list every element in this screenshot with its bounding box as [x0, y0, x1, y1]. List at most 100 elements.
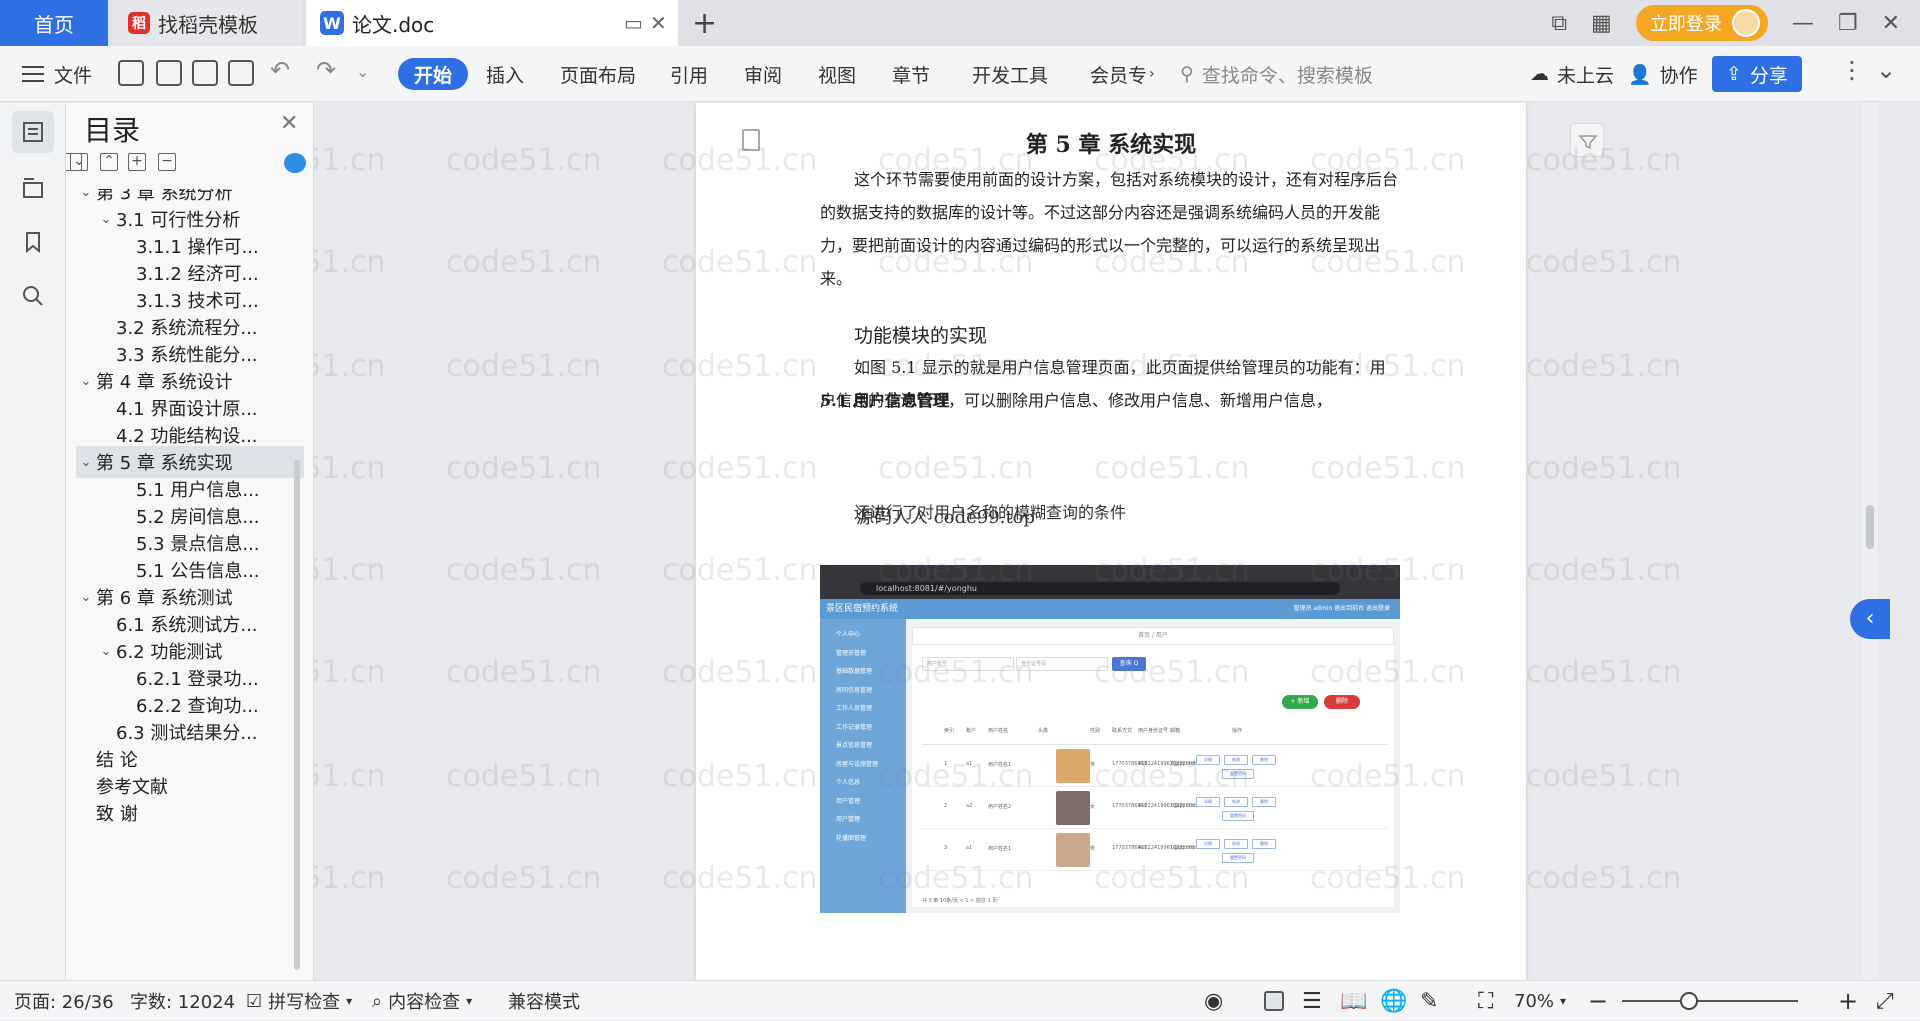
- collapse-ribbon-icon[interactable]: ⌄: [1876, 56, 1896, 84]
- figure-side-item: 轮播图管理: [836, 834, 867, 842]
- share-button[interactable]: ⇪ 分享: [1712, 56, 1802, 92]
- add-heading-icon[interactable]: +: [128, 153, 146, 171]
- monitor-icon[interactable]: ▭: [624, 11, 643, 35]
- figure-cell: a2: [966, 803, 973, 809]
- command-search[interactable]: ⚲ 查找命令、搜索模板: [1180, 46, 1373, 102]
- fit-page-icon[interactable]: ⛶: [1478, 981, 1493, 1021]
- close-tab-icon[interactable]: ✕: [650, 11, 667, 35]
- scrollbar-thumb[interactable]: [1866, 505, 1874, 549]
- file-menu-button[interactable]: 文件: [22, 46, 92, 102]
- zoom-slider-handle[interactable]: [1680, 992, 1698, 1010]
- tab-document[interactable]: W 论文.doc ▭ ✕: [306, 0, 678, 46]
- close-window-icon[interactable]: ✕: [1882, 11, 1900, 36]
- ribbon-tab-review[interactable]: 审阅: [744, 46, 782, 102]
- spell-check-button[interactable]: ☑ 拼写检查 ▾: [246, 981, 352, 1021]
- ribbon-tab-reference[interactable]: 引用: [670, 46, 708, 102]
- ribbon-tab-insert-label: 插入: [486, 64, 525, 87]
- chevron-down-icon[interactable]: ⌄: [96, 644, 116, 659]
- toc-item-label: 3.1.2 经济可...: [136, 264, 259, 285]
- save-icon[interactable]: [118, 60, 144, 86]
- figure-url-bar: localhost:8081/#/yonghu: [860, 582, 1340, 595]
- status-bar: 页面: 26/36 字数: 12024 ☑ 拼写检查 ▾ ⌕ 内容检查 ▾ 兼容…: [0, 980, 1920, 1020]
- undo-icon[interactable]: ↶: [270, 56, 290, 84]
- chevron-down-icon: ▾: [346, 994, 353, 1008]
- ribbon-tab-layout[interactable]: 页面布局: [560, 46, 636, 102]
- chevron-down-icon[interactable]: ⌄: [76, 189, 96, 200]
- figure-delete-button: 删除: [1324, 695, 1360, 709]
- toc-item-label: 6.3 测试结果分...: [116, 723, 258, 744]
- minimize-icon[interactable]: —: [1792, 11, 1814, 36]
- figure-table-row: 1 a1 用户姓名1 男 17703786903 410224199610232003 3@…: [922, 745, 1388, 787]
- tab-bar: 首页 稻 找稻壳模板 W 论文.doc ▭ ✕ + ⧉ ▦ 立即登录 — ❐ ✕: [0, 0, 1920, 46]
- redo-icon[interactable]: ↷: [316, 56, 336, 84]
- document-canvas: 第 5 章 系统实现 这个环节需要使用前面的设计方案，包括对系统模块的设计，还有…: [314, 103, 1920, 980]
- figure-user-photo: [1056, 791, 1090, 825]
- chevron-down-icon[interactable]: ⌄: [356, 62, 369, 81]
- hamburger-icon: [22, 66, 44, 82]
- close-panel-icon[interactable]: ✕: [280, 111, 298, 136]
- figure-op-button: 修改: [1224, 839, 1248, 849]
- fullscreen-icon[interactable]: ⤢: [1876, 981, 1894, 1021]
- zoom-out-icon[interactable]: −: [1588, 981, 1608, 1021]
- ribbon-tab-view[interactable]: 视图: [818, 46, 856, 102]
- tab-template[interactable]: 稻 找稻壳模板: [112, 0, 302, 46]
- page-count[interactable]: 页面: 26/36: [14, 981, 114, 1021]
- outline-icon[interactable]: [12, 111, 54, 153]
- restore-icon[interactable]: ❐: [1838, 11, 1858, 36]
- figure-column-header: 操作: [1232, 728, 1243, 734]
- collapse-all-icon[interactable]: ⌃: [100, 153, 118, 171]
- chevron-down-icon[interactable]: ⌄: [76, 590, 96, 605]
- eye-protect-icon[interactable]: ◉: [1204, 981, 1223, 1021]
- sync-toc-icon[interactable]: [284, 153, 306, 173]
- print-icon[interactable]: [192, 60, 218, 86]
- find-icon[interactable]: [12, 275, 54, 317]
- apps-grid-icon[interactable]: ▦: [1591, 11, 1612, 36]
- web-view-icon[interactable]: 🌐: [1380, 981, 1407, 1021]
- side-panel-toggle-icon[interactable]: ‹: [1850, 599, 1890, 639]
- zoom-level[interactable]: 70% ▾: [1514, 981, 1566, 1021]
- chapter-nav-icon[interactable]: [12, 167, 54, 209]
- watermark-text: code51.cn: [314, 553, 386, 588]
- figure-table-row: 2 a2 用户姓名2 女 17703786902 410224199610232002 2@…: [922, 787, 1388, 829]
- ribbon-tab-devtools[interactable]: 开发工具: [972, 46, 1048, 102]
- toc-item-label: 3.3 系统性能分...: [116, 345, 258, 366]
- ribbon-tab-insert[interactable]: 插入: [486, 46, 524, 102]
- bookmark-icon[interactable]: [12, 221, 54, 263]
- document-page[interactable]: 第 5 章 系统实现 这个环节需要使用前面的设计方案，包括对系统模块的设计，还有…: [696, 103, 1526, 980]
- figure-op-button: 删除: [1252, 755, 1276, 765]
- page-view-icon[interactable]: [1264, 991, 1284, 1011]
- toc-scrollbar[interactable]: [294, 460, 300, 970]
- figure-cell: 用户姓名1: [988, 762, 1012, 768]
- file-menu-label: 文件: [54, 64, 93, 87]
- print-preview-icon[interactable]: [228, 60, 254, 86]
- export-pdf-icon[interactable]: [156, 60, 182, 86]
- new-tab-button[interactable]: +: [692, 6, 717, 41]
- outline-view-icon[interactable]: ☰: [1302, 981, 1322, 1021]
- collaborate-button[interactable]: 👤 协作: [1628, 46, 1698, 102]
- filter-icon[interactable]: [1570, 123, 1604, 157]
- remove-heading-icon[interactable]: −: [158, 153, 176, 171]
- more-options-icon[interactable]: ⋮: [1840, 56, 1864, 84]
- word-count[interactable]: 字数: 12024: [130, 981, 235, 1021]
- login-button[interactable]: 立即登录: [1635, 5, 1768, 41]
- figure-search-button: 查询 Q: [1112, 657, 1146, 671]
- vertical-scrollbar[interactable]: [1862, 103, 1878, 980]
- tab-home[interactable]: 首页: [0, 0, 108, 46]
- zoom-slider[interactable]: [1622, 1000, 1798, 1002]
- toc-item[interactable]: 致 谢: [76, 797, 304, 829]
- read-mode-icon[interactable]: 📖: [1340, 981, 1367, 1021]
- expand-all-icon[interactable]: ⌄: [70, 153, 88, 171]
- ribbon-tab-member[interactable]: 会员专 ›: [1090, 46, 1155, 102]
- chevron-down-icon[interactable]: ⌄: [76, 455, 96, 470]
- layout-icon[interactable]: ⧉: [1551, 11, 1567, 36]
- ribbon-tab-chapter[interactable]: 章节: [892, 46, 930, 102]
- write-mode-icon[interactable]: ✎: [1420, 981, 1438, 1021]
- content-check-button[interactable]: ⌕ 内容检查 ▾: [372, 981, 472, 1021]
- figure-op-button: 修改: [1224, 797, 1248, 807]
- zoom-in-icon[interactable]: +: [1838, 981, 1858, 1021]
- toc-item-label: 3.1.1 操作可...: [136, 237, 259, 258]
- chevron-down-icon[interactable]: ⌄: [76, 374, 96, 389]
- cloud-status-button[interactable]: ☁ 未上云: [1530, 46, 1614, 102]
- chevron-down-icon[interactable]: ⌄: [96, 212, 116, 227]
- ribbon-tab-start[interactable]: 开始: [398, 58, 469, 90]
